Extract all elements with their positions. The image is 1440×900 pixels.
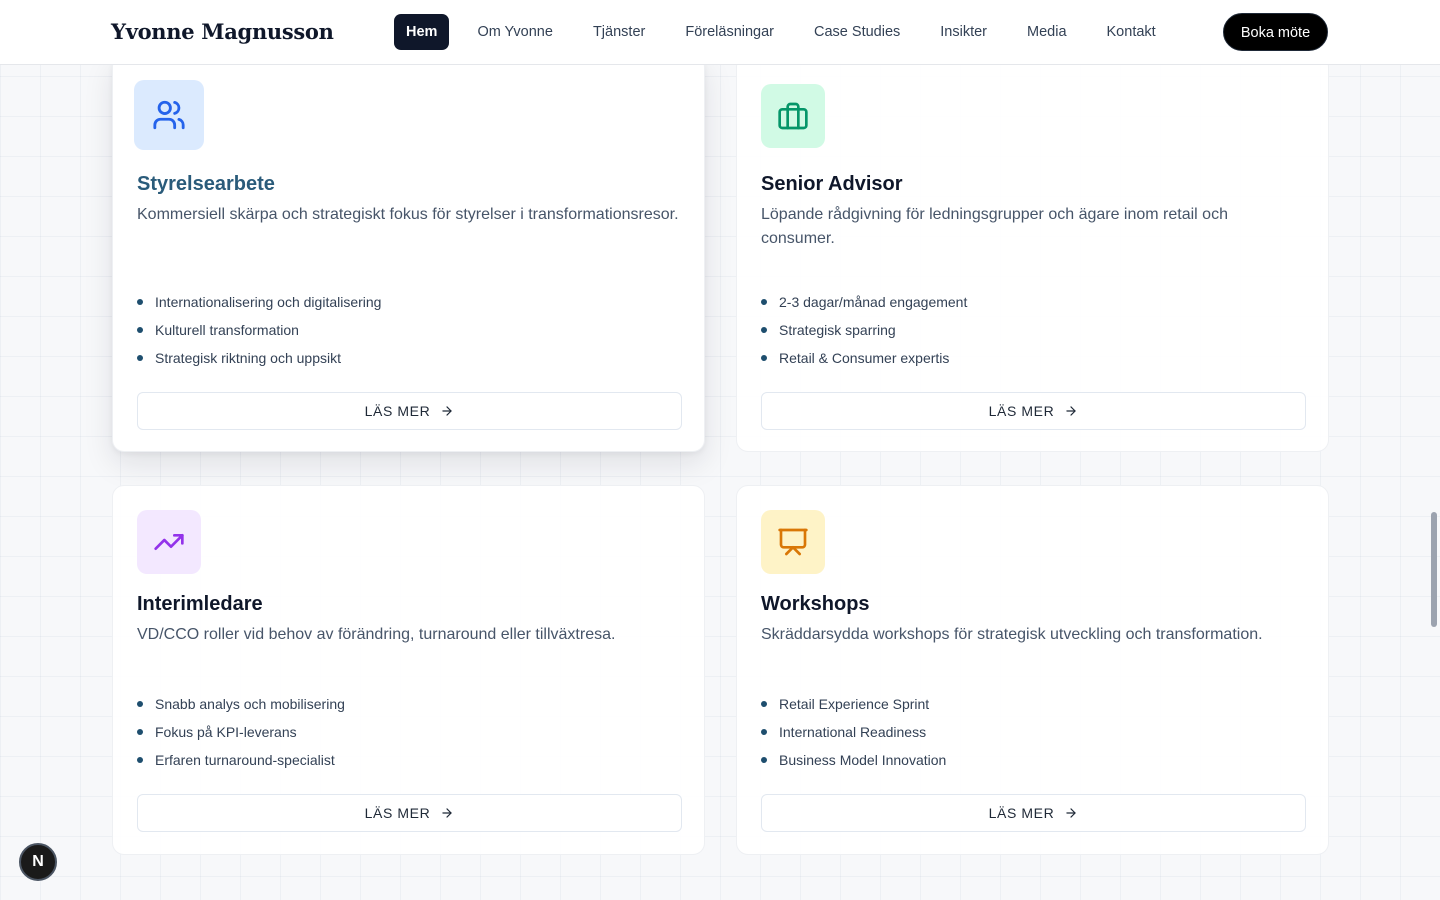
card-description: Löpande rådgivning för ledningsgrupper o… xyxy=(761,206,1228,247)
card-title: Styrelsearbete xyxy=(137,173,275,195)
read-more-button[interactable]: LÄS MER xyxy=(761,392,1306,430)
list-item: International Readiness xyxy=(761,718,946,746)
book-meeting-button[interactable]: Boka möte xyxy=(1223,13,1328,51)
service-card-interimledare: Interimledare VD/CCO roller vid behov av… xyxy=(112,485,705,855)
card-icon-box xyxy=(761,84,825,148)
nav-item-insikter[interactable]: Insikter xyxy=(920,14,1007,50)
read-more-button[interactable]: LÄS MER xyxy=(761,794,1306,832)
nav-item-om-yvonne[interactable]: Om Yvonne xyxy=(457,14,573,50)
card-description: Kommersiell skärpa och strategiskt fokus… xyxy=(137,206,679,223)
main-nav: Hem Om Yvonne Tjänster Föreläsningar Cas… xyxy=(394,14,1176,50)
nav-item-case-studies[interactable]: Case Studies xyxy=(794,14,920,50)
presentation-icon xyxy=(778,528,808,556)
service-card-senior-advisor: Senior Advisor Löpande rådgivning för le… xyxy=(736,55,1329,452)
service-card-workshops: Workshops Skräddarsydda workshops för st… xyxy=(736,485,1329,855)
arrow-right-icon xyxy=(1066,406,1076,416)
list-item: Internationalisering och digitalisering xyxy=(137,288,381,316)
list-item: Snabb analys och mobilisering xyxy=(137,690,345,718)
arrow-right-icon xyxy=(1066,808,1076,818)
card-bullet-list: Snabb analys och mobilisering Fokus på K… xyxy=(137,690,345,774)
arrow-right-icon xyxy=(442,406,452,416)
list-item: Kulturell transformation xyxy=(137,316,381,344)
list-item: Strategisk riktning och uppsikt xyxy=(137,344,381,372)
list-item: Erfaren turnaround-specialist xyxy=(137,746,345,774)
list-item: Retail Experience Sprint xyxy=(761,690,946,718)
read-more-button[interactable]: LÄS MER xyxy=(137,392,682,430)
nav-item-tjanster[interactable]: Tjänster xyxy=(573,14,665,50)
nav-item-forelasningar[interactable]: Föreläsningar xyxy=(665,14,794,50)
card-icon-box xyxy=(134,80,204,150)
read-more-label: LÄS MER xyxy=(988,805,1055,821)
card-description: VD/CCO roller vid behov av förändring, t… xyxy=(137,626,616,643)
site-header: Yvonne Magnusson Hem Om Yvonne Tjänster … xyxy=(0,0,1440,65)
list-item: Retail & Consumer expertis xyxy=(761,344,967,372)
card-description: Skräddarsydda workshops för strategisk u… xyxy=(761,626,1263,643)
trending-up-icon xyxy=(154,534,184,550)
card-title: Senior Advisor xyxy=(761,173,903,195)
nav-item-media[interactable]: Media xyxy=(1007,14,1087,50)
users-icon xyxy=(153,100,185,130)
nav-item-hem[interactable]: Hem xyxy=(394,14,450,50)
card-bullet-list: Internationalisering och digitalisering … xyxy=(137,288,381,372)
read-more-label: LÄS MER xyxy=(988,403,1055,419)
read-more-button[interactable]: LÄS MER xyxy=(137,794,682,832)
card-title: Interimledare xyxy=(137,593,263,615)
nextjs-badge[interactable]: N xyxy=(19,843,57,881)
list-item: Fokus på KPI-leverans xyxy=(137,718,345,746)
arrow-right-icon xyxy=(442,808,452,818)
list-item: 2-3 dagar/månad engagement xyxy=(761,288,967,316)
card-icon-box xyxy=(761,510,825,574)
briefcase-icon xyxy=(778,102,808,130)
site-logo[interactable]: Yvonne Magnusson xyxy=(111,19,334,44)
card-bullet-list: 2-3 dagar/månad engagement Strategisk sp… xyxy=(761,288,967,372)
card-title: Workshops xyxy=(761,593,870,615)
service-card-styrelsearbete: Styrelsearbete Kommersiell skärpa och st… xyxy=(112,55,705,452)
list-item: Business Model Innovation xyxy=(761,746,946,774)
read-more-label: LÄS MER xyxy=(364,805,431,821)
nav-item-kontakt[interactable]: Kontakt xyxy=(1087,14,1176,50)
page-scrollbar[interactable] xyxy=(1431,512,1437,627)
card-icon-box xyxy=(137,510,201,574)
read-more-label: LÄS MER xyxy=(364,403,431,419)
card-bullet-list: Retail Experience Sprint International R… xyxy=(761,690,946,774)
list-item: Strategisk sparring xyxy=(761,316,967,344)
